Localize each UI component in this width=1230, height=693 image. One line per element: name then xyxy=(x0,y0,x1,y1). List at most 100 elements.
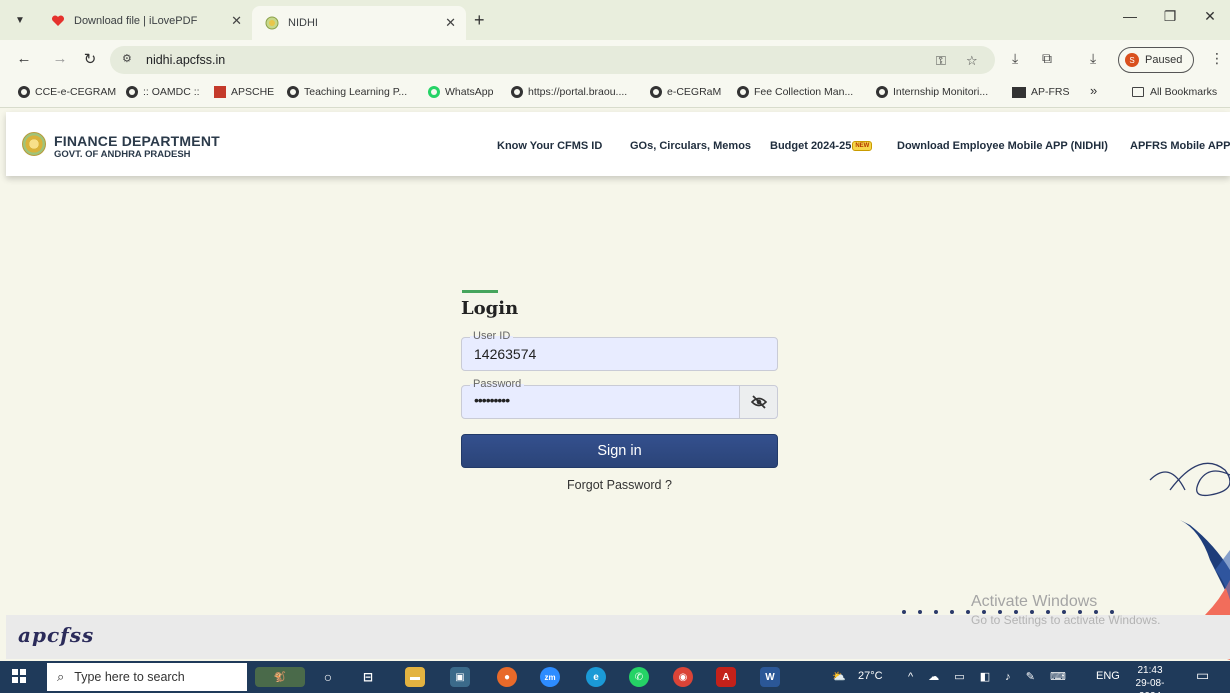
department-title: FINANCE DEPARTMENT xyxy=(54,133,220,149)
all-bookmarks-button[interactable]: All Bookmarks xyxy=(1132,86,1217,98)
activate-windows-title: Activate Windows xyxy=(971,593,1098,610)
user-id-value: 14263574 xyxy=(474,346,537,362)
sign-in-button[interactable]: Sign in xyxy=(461,434,778,468)
bookmark-item[interactable]: :: OAMDC :: xyxy=(126,86,200,98)
tab-search-chevron-icon[interactable]: ▼ xyxy=(10,10,30,30)
nav-budget[interactable]: Budget 2024-25 NEW xyxy=(770,140,873,152)
whatsapp-icon[interactable]: ✆ xyxy=(629,667,649,687)
restore-icon[interactable]: ❐ xyxy=(1155,8,1185,25)
taskbar-search-placeholder: Type here to search xyxy=(74,670,185,684)
file-explorer-icon[interactable]: ▬ xyxy=(405,667,425,687)
edge-icon[interactable]: e xyxy=(586,667,606,687)
tab-title: NIDHI xyxy=(288,17,318,29)
search-icon: ⌕ xyxy=(57,669,65,684)
globe-icon xyxy=(650,86,662,98)
globe-icon xyxy=(737,86,749,98)
globe-icon xyxy=(18,86,30,98)
bookmark-star-icon[interactable]: ☆ xyxy=(966,53,978,69)
zoom-icon[interactable]: zm xyxy=(540,667,560,687)
forgot-password-link[interactable]: Forgot Password ? xyxy=(461,478,778,492)
windows-start-icon[interactable] xyxy=(12,669,26,683)
firefox-icon[interactable]: ● xyxy=(497,667,517,687)
address-bar[interactable]: ⚙ nidhi.apcfss.in ⚿ ☆ xyxy=(110,46,995,74)
clock[interactable]: 21:43 29-08-2024 xyxy=(1128,664,1172,693)
reload-icon[interactable]: ↻ xyxy=(80,50,100,68)
notification-icon[interactable]: ▭ xyxy=(1196,667,1209,684)
nav-download-employee-app[interactable]: Download Employee Mobile APP (NIDHI) xyxy=(897,140,1108,152)
profile-status: Paused xyxy=(1145,54,1183,66)
menu-kebab-icon[interactable]: ⋮ xyxy=(1210,50,1224,67)
downloads-icon[interactable]: ⤓ xyxy=(1090,50,1096,67)
word-icon[interactable]: W xyxy=(760,667,780,687)
emblem-icon xyxy=(264,15,280,31)
site-info-icon[interactable]: ⚙ xyxy=(122,52,132,65)
close-tab-icon[interactable]: ✕ xyxy=(445,15,456,31)
close-window-icon[interactable]: ✕ xyxy=(1195,8,1225,25)
cortana-icon[interactable]: ○ xyxy=(318,667,338,687)
whatsapp-icon xyxy=(428,86,440,98)
url-text: nidhi.apcfss.in xyxy=(146,53,226,67)
bookmark-item[interactable]: Fee Collection Man... xyxy=(737,86,853,98)
tab-nidhi[interactable]: NIDHI ✕ xyxy=(252,6,466,40)
password-key-icon[interactable]: ⚿ xyxy=(936,53,946,69)
apcfss-logo: apcfss xyxy=(18,623,95,647)
toggle-password-visibility-button[interactable] xyxy=(739,386,777,418)
extensions-icon[interactable]: ⧉ xyxy=(1042,50,1052,67)
apsche-logo-icon xyxy=(214,86,226,98)
system-tray-icons[interactable]: ^ ☁ ▭ ◧ ♪ ✎ ⌨ xyxy=(908,670,1072,683)
login-accent-bar xyxy=(462,290,498,293)
bookmarks-overflow-button[interactable]: » xyxy=(1090,83,1097,98)
windows-taskbar: ⌕ Type here to search 🐒 ○ ⊟ ▬ ▣ ● zm e ✆… xyxy=(0,661,1230,693)
ap-frs-icon xyxy=(1012,86,1026,98)
install-app-icon[interactable]: ⤓ xyxy=(1012,50,1018,67)
globe-icon xyxy=(876,86,888,98)
login-title: Login xyxy=(461,298,519,319)
eye-slash-icon xyxy=(750,395,767,409)
browser-tab-strip: ▼ Download file | iLovePDF ✕ NIDHI ✕ + —… xyxy=(0,0,1230,40)
new-badge: NEW xyxy=(852,141,873,152)
bookmark-item[interactable]: Teaching Learning P... xyxy=(287,86,407,98)
bookmark-item[interactable]: CCE-e-CEGRAM xyxy=(18,86,116,98)
close-tab-icon[interactable]: ✕ xyxy=(231,13,242,29)
weather-temperature[interactable]: 27°C xyxy=(858,670,883,682)
department-subtitle: GOVT. OF ANDHRA PRADESH xyxy=(54,149,191,160)
weather-icon[interactable]: ⛅ xyxy=(832,670,846,683)
globe-icon xyxy=(511,86,523,98)
bookmark-item[interactable]: AP-FRS xyxy=(1012,86,1070,98)
user-id-label: User ID xyxy=(470,330,514,342)
globe-icon xyxy=(126,86,138,98)
forward-arrow-icon[interactable]: → xyxy=(50,50,70,67)
bookmark-item[interactable]: Internship Monitori... xyxy=(876,86,988,98)
profile-paused-button[interactable]: S Paused xyxy=(1118,47,1194,73)
task-view-icon[interactable]: ⊟ xyxy=(358,667,378,687)
password-value: ••••••••• xyxy=(474,392,510,408)
acrobat-icon[interactable]: A xyxy=(716,667,736,687)
minimize-icon[interactable]: — xyxy=(1115,8,1145,24)
nav-apfrs-mobile-app[interactable]: APFRS Mobile APP xyxy=(1130,140,1230,152)
heart-icon xyxy=(50,13,66,29)
password-label: Password xyxy=(470,378,525,390)
user-id-field[interactable]: User ID 14263574 xyxy=(461,330,778,371)
nav-know-cfms-id[interactable]: Know Your CFMS ID xyxy=(497,140,602,152)
bookmark-item[interactable]: WhatsApp xyxy=(428,86,493,98)
search-highlight-icon: 🐒 xyxy=(255,667,305,687)
store-icon[interactable]: ▣ xyxy=(450,667,470,687)
site-header: FINANCE DEPARTMENT GOVT. OF ANDHRA PRADE… xyxy=(6,112,1230,176)
taskbar-search-box[interactable]: ⌕ Type here to search xyxy=(47,663,247,691)
avatar: S xyxy=(1125,53,1139,67)
bookmark-item[interactable]: e-CEGRaM xyxy=(650,86,721,98)
tab-ilovepdf[interactable]: Download file | iLovePDF ✕ xyxy=(38,6,252,36)
back-arrow-icon[interactable]: ← xyxy=(14,50,34,67)
password-field[interactable]: Password ••••••••• xyxy=(461,378,778,419)
bookmarks-bar: CCE-e-CEGRAM :: OAMDC :: APSCHE Teaching… xyxy=(0,80,1230,108)
new-tab-button[interactable]: + xyxy=(474,10,485,31)
language-indicator[interactable]: ENG xyxy=(1096,670,1120,682)
bookmark-item[interactable]: APSCHE xyxy=(214,86,274,98)
folder-icon xyxy=(1132,87,1144,97)
activate-windows-subtitle: Go to Settings to activate Windows. xyxy=(971,613,1161,627)
nav-gos-circulars[interactable]: GOs, Circulars, Memos xyxy=(630,140,751,152)
chrome-icon[interactable]: ◉ xyxy=(673,667,693,687)
bookmark-item[interactable]: https://portal.braou.... xyxy=(511,86,627,98)
tab-title: Download file | iLovePDF xyxy=(74,15,198,27)
globe-icon xyxy=(287,86,299,98)
